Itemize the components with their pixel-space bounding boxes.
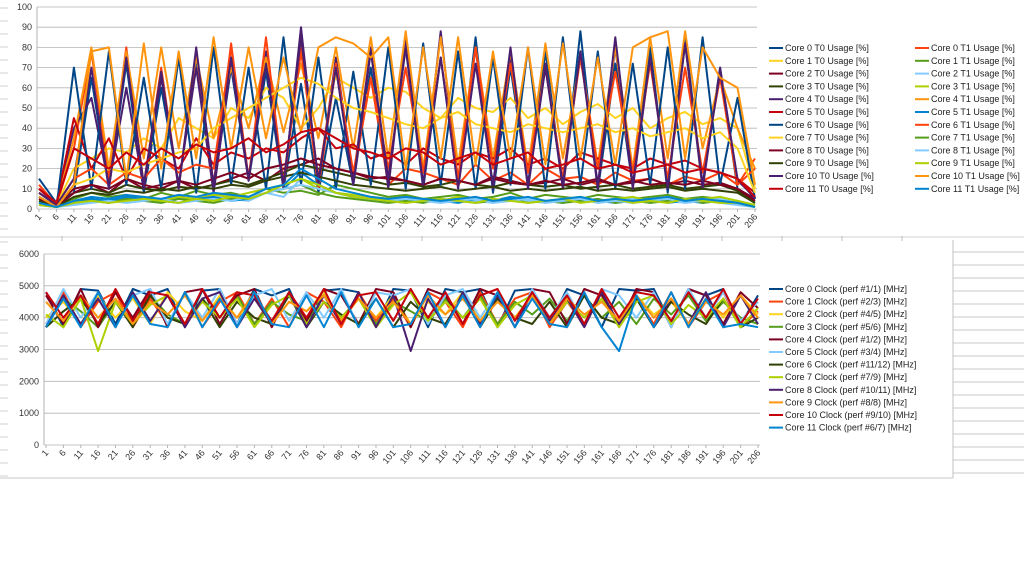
y-tick-label: 5000 xyxy=(19,281,39,291)
y-tick-label: 70 xyxy=(22,63,32,73)
legend-label: Core 0 T0 Usage [%] xyxy=(785,43,869,53)
legend-item: Core 10 T0 Usage [%] xyxy=(769,171,874,181)
legend-label: Core 11 T0 Usage [%] xyxy=(785,184,873,194)
legend-item: Core 10 T1 Usage [%] xyxy=(915,171,1020,181)
y-tick-label: 30 xyxy=(22,143,32,153)
legend-label: Core 1 T0 Usage [%] xyxy=(785,56,869,66)
legend-label: Core 10 T0 Usage [%] xyxy=(785,171,874,181)
legend-label: Core 7 Clock (perf #7/9) [MHz] xyxy=(785,372,907,382)
legend-label: Core 4 Clock (perf #1/2) [MHz] xyxy=(785,334,907,344)
legend-label: Core 5 T1 Usage [%] xyxy=(931,107,1015,117)
legend-label: Core 4 T0 Usage [%] xyxy=(785,94,869,104)
legend-item: Core 1 Clock (perf #2/3) [MHz] xyxy=(769,297,907,307)
legend-label: Core 9 T0 Usage [%] xyxy=(785,158,869,168)
legend-label: Core 2 T1 Usage [%] xyxy=(931,69,1015,79)
y-tick-label: 0 xyxy=(34,440,39,450)
legend-item: Core 11 Clock (perf #6/7) [MHz] xyxy=(769,423,911,433)
y-tick-label: 60 xyxy=(22,83,32,93)
legend-label: Core 0 Clock (perf #1/1) [MHz] xyxy=(785,284,907,294)
legend-label: Core 10 T1 Usage [%] xyxy=(931,171,1020,181)
y-tick-label: 90 xyxy=(22,22,32,32)
legend-item: Core 10 Clock (perf #9/10) [MHz] xyxy=(769,410,917,420)
y-tick-label: 0 xyxy=(27,204,32,214)
y-tick-label: 100 xyxy=(17,2,32,12)
legend-item: Core 6 Clock (perf #11/12) [MHz] xyxy=(769,360,916,370)
legend-item: Core 9 Clock (perf #8/8) [MHz] xyxy=(769,397,907,407)
y-tick-label: 4000 xyxy=(19,313,39,323)
legend-label: Core 7 T0 Usage [%] xyxy=(785,133,869,143)
legend-label: Core 5 Clock (perf #3/4) [MHz] xyxy=(785,347,907,357)
legend-label: Core 5 T0 Usage [%] xyxy=(785,107,869,117)
legend-label: Core 6 T0 Usage [%] xyxy=(785,120,869,130)
y-tick-label: 50 xyxy=(22,103,32,113)
legend-item: Core 2 Clock (perf #4/5) [MHz] xyxy=(769,309,907,319)
legend-item: Core 5 Clock (perf #3/4) [MHz] xyxy=(769,347,907,357)
legend-label: Core 8 Clock (perf #10/11) [MHz] xyxy=(785,385,916,395)
legend-label: Core 2 T0 Usage [%] xyxy=(785,69,869,79)
y-tick-label: 6000 xyxy=(19,249,39,259)
legend-item: Core 4 Clock (perf #1/2) [MHz] xyxy=(769,334,907,344)
legend-label: Core 6 T1 Usage [%] xyxy=(931,120,1015,130)
y-tick-label: 80 xyxy=(22,42,32,52)
legend-label: Core 6 Clock (perf #11/12) [MHz] xyxy=(785,360,916,370)
legend-label: Core 11 T1 Usage [%] xyxy=(931,184,1019,194)
y-tick-label: 2000 xyxy=(19,376,39,386)
legend-label: Core 3 Clock (perf #5/6) [MHz] xyxy=(785,322,907,332)
legend-label: Core 11 Clock (perf #6/7) [MHz] xyxy=(785,423,911,433)
legend-label: Core 2 Clock (perf #4/5) [MHz] xyxy=(785,309,907,319)
y-tick-label: 10 xyxy=(22,184,32,194)
spreadsheet-canvas: 01020304050607080901001 6 11 16 21 26 31 36 41 46… xyxy=(0,0,1024,572)
y-tick-label: 3000 xyxy=(19,345,39,355)
legend-label: Core 9 T1 Usage [%] xyxy=(931,158,1015,168)
legend-item: Core 3 Clock (perf #5/6) [MHz] xyxy=(769,322,907,332)
legend-label: Core 1 T1 Usage [%] xyxy=(931,56,1015,66)
legend-item: Core 7 Clock (perf #7/9) [MHz] xyxy=(769,372,907,382)
legend-label: Core 8 T0 Usage [%] xyxy=(785,145,869,155)
legend-label: Core 10 Clock (perf #9/10) [MHz] xyxy=(785,410,917,420)
legend-item: Core 11 T0 Usage [%] xyxy=(769,184,873,194)
legend-item: Core 11 T1 Usage [%] xyxy=(915,184,1019,194)
legend-item: Core 0 Clock (perf #1/1) [MHz] xyxy=(769,284,907,294)
legend-label: Core 3 T0 Usage [%] xyxy=(785,81,869,91)
legend-label: Core 9 Clock (perf #8/8) [MHz] xyxy=(785,397,907,407)
legend-label: Core 1 Clock (perf #2/3) [MHz] xyxy=(785,297,907,307)
legend-label: Core 3 T1 Usage [%] xyxy=(931,81,1015,91)
y-tick-label: 40 xyxy=(22,123,32,133)
legend-label: Core 7 T1 Usage [%] xyxy=(931,133,1015,143)
y-tick-label: 1000 xyxy=(19,408,39,418)
legend-item: Core 8 Clock (perf #10/11) [MHz] xyxy=(769,385,916,395)
legend-label: Core 4 T1 Usage [%] xyxy=(931,94,1015,104)
legend-label: Core 8 T1 Usage [%] xyxy=(931,145,1015,155)
y-tick-label: 20 xyxy=(22,164,32,174)
legend-label: Core 0 T1 Usage [%] xyxy=(931,43,1015,53)
